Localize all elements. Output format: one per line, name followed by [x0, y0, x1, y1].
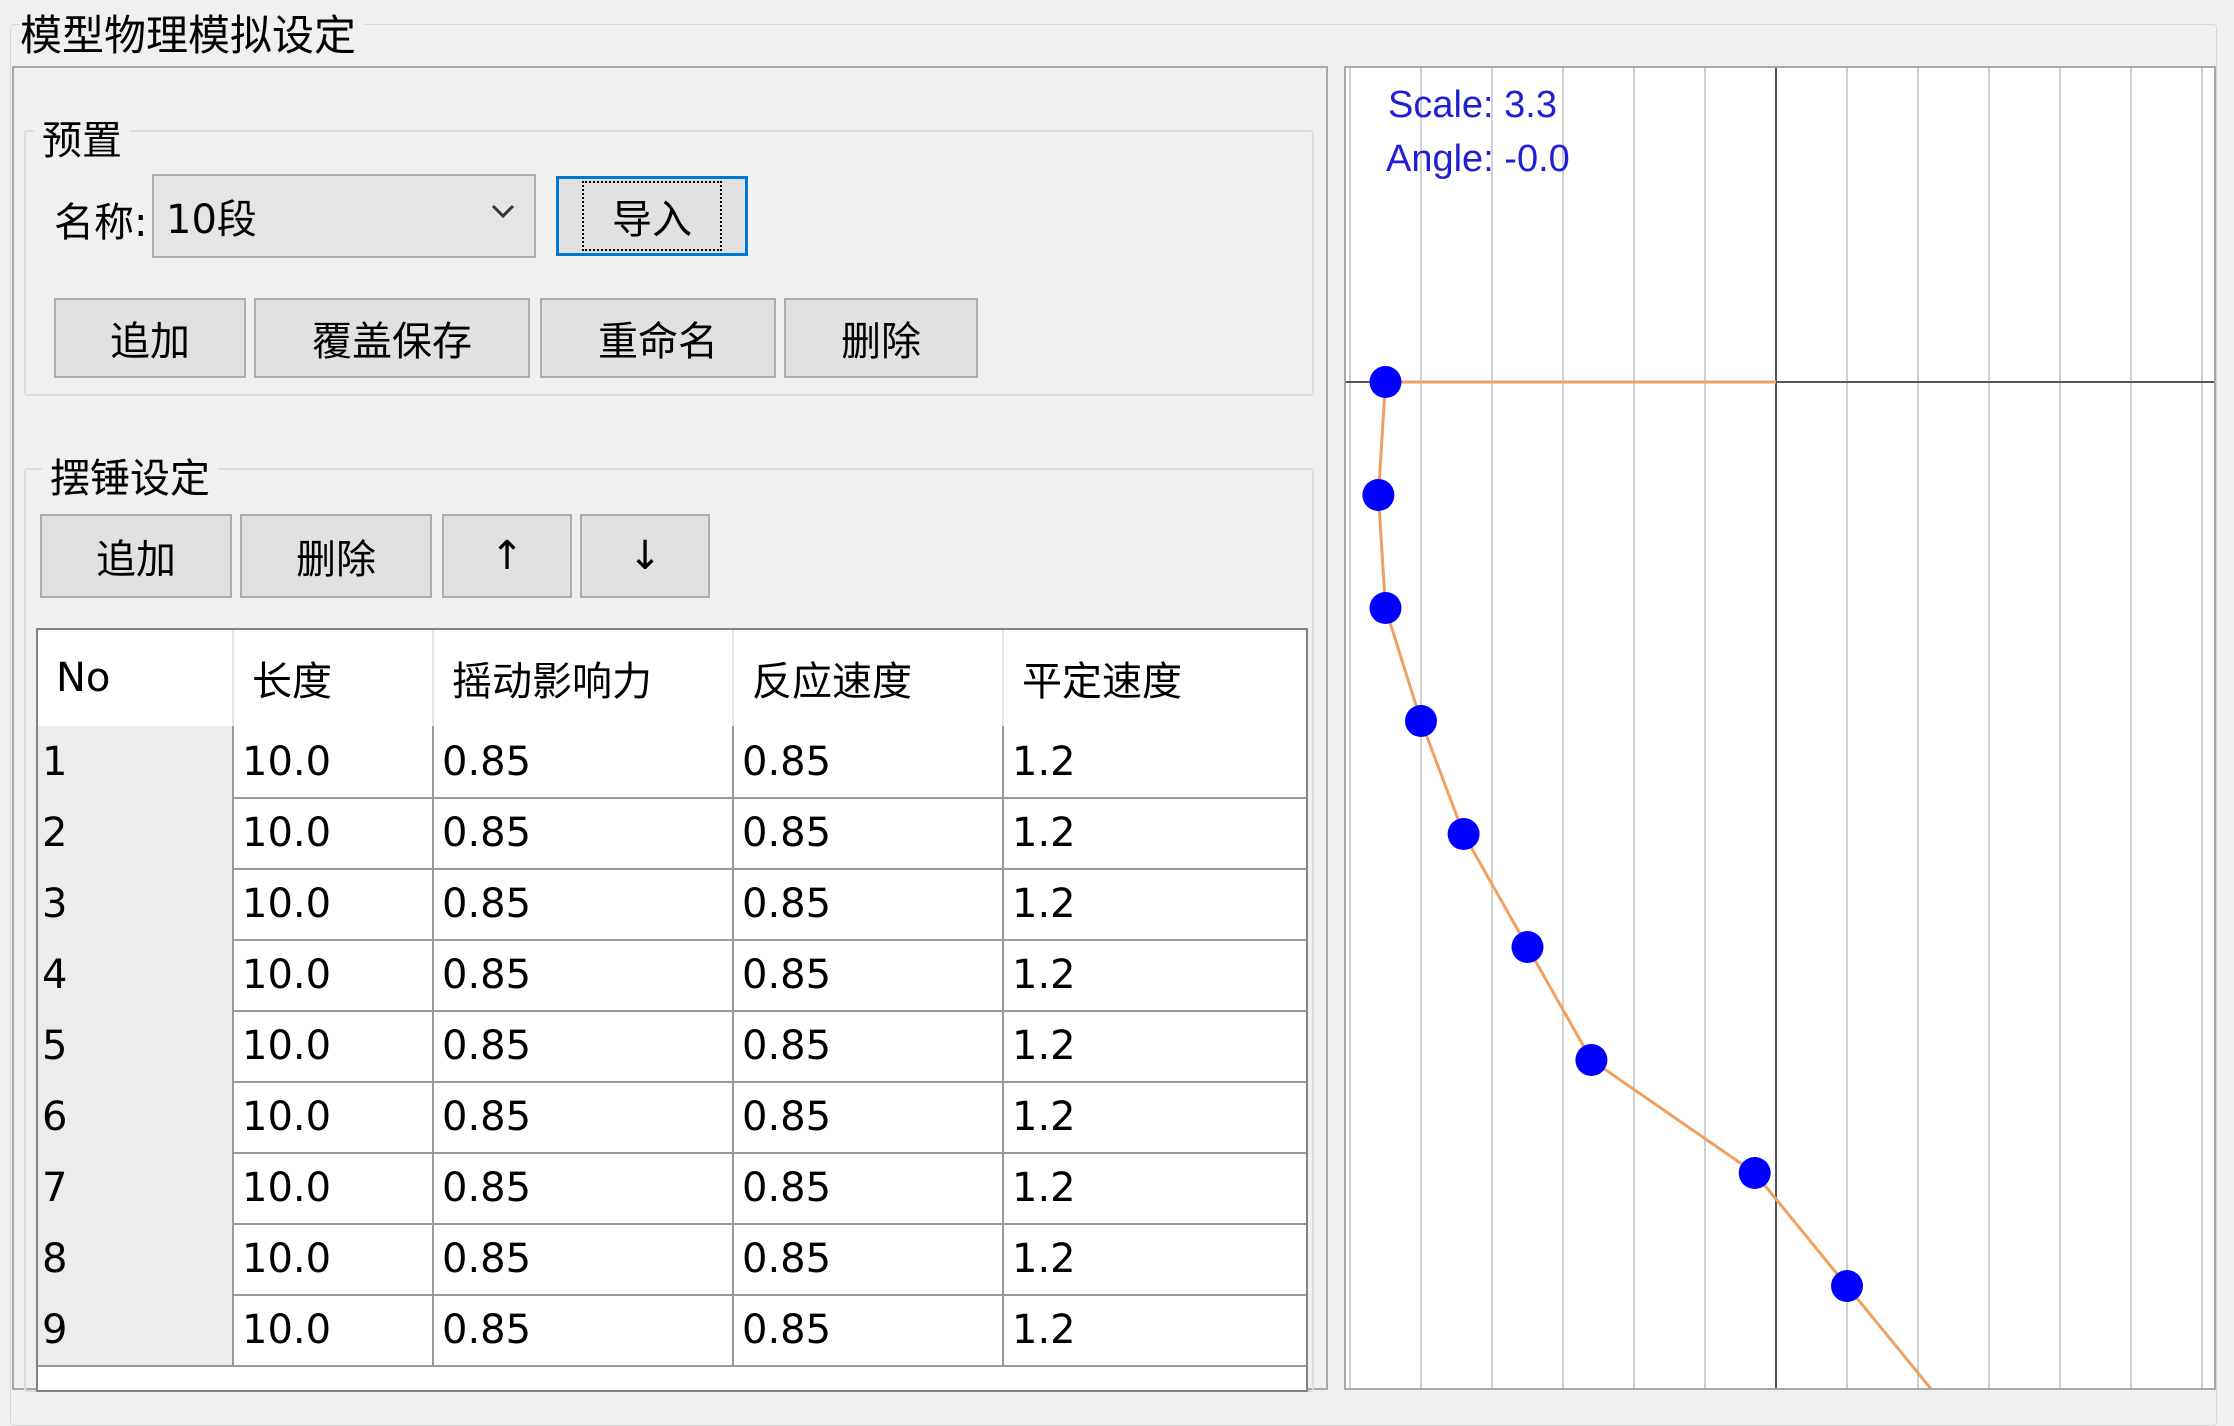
- cell-settle-speed[interactable]: 1.2: [1004, 797, 1306, 868]
- cell-length[interactable]: 10.0: [234, 1010, 434, 1081]
- joint-point: [1575, 1044, 1608, 1076]
- column-header-no[interactable]: No: [38, 630, 234, 726]
- pendulum-add-button[interactable]: 追加: [40, 514, 232, 598]
- table-row[interactable]: 3 10.0 0.85 0.85 1.2: [38, 868, 1306, 941]
- cell-settle-speed[interactable]: 1.2: [1004, 1010, 1306, 1081]
- joint-point: [1831, 1270, 1863, 1302]
- cell-length[interactable]: 10.0: [234, 797, 434, 868]
- cell-sway-influence[interactable]: 0.85: [434, 1294, 734, 1365]
- column-header-sway-influence[interactable]: 摇动影响力: [434, 630, 734, 726]
- cell-reaction-speed[interactable]: 0.85: [734, 1294, 1004, 1365]
- cell-no[interactable]: 7: [38, 1152, 234, 1223]
- cell-length[interactable]: 10.0: [234, 939, 434, 1010]
- cell-no[interactable]: 6: [38, 1081, 234, 1152]
- preset-name-select[interactable]: 10段: [152, 174, 536, 258]
- table-row[interactable]: 5 10.0 0.85 0.85 1.2: [38, 1010, 1306, 1083]
- cell-settle-speed[interactable]: 1.2: [1004, 939, 1306, 1010]
- pendulum-delete-button[interactable]: 删除: [240, 514, 432, 598]
- cell-sway-influence[interactable]: 0.85: [434, 868, 734, 939]
- cell-sway-influence[interactable]: 0.85: [434, 939, 734, 1010]
- table-row[interactable]: 2 10.0 0.85 0.85 1.2: [38, 797, 1306, 870]
- pendulum-table[interactable]: No 长度 摇动影响力 反应速度 平定速度 1 10.0 0.85 0.85 1.2 2 1…: [36, 628, 1308, 1392]
- angle-readout: Angle: -0.0: [1386, 138, 1570, 180]
- cell-reaction-speed[interactable]: 0.85: [734, 868, 1004, 939]
- joint-point: [1362, 479, 1395, 511]
- cell-no[interactable]: 2: [38, 797, 234, 868]
- preset-name-label: 名称:: [54, 200, 148, 246]
- table-row[interactable]: 9 10.0 0.85 0.85 1.2: [38, 1294, 1306, 1367]
- column-header-settle-speed[interactable]: 平定速度: [1004, 630, 1306, 726]
- move-down-button[interactable]: ↓: [580, 514, 710, 598]
- cell-reaction-speed[interactable]: 0.85: [734, 1223, 1004, 1294]
- table-row[interactable]: 8 10.0 0.85 0.85 1.2: [38, 1223, 1306, 1296]
- chevron-down-icon: [491, 204, 515, 219]
- import-button[interactable]: 导入: [556, 176, 748, 256]
- cell-no[interactable]: 9: [38, 1294, 234, 1365]
- cell-settle-speed[interactable]: 1.2: [1004, 1294, 1306, 1365]
- table-row[interactable]: 4 10.0 0.85 0.85 1.2: [38, 939, 1306, 1012]
- scale-readout: Scale: 3.3: [1388, 84, 1557, 126]
- joint-point: [1511, 931, 1544, 963]
- cell-settle-speed[interactable]: 1.2: [1004, 868, 1306, 939]
- move-up-button[interactable]: ↑: [442, 514, 572, 598]
- joint-point: [1369, 366, 1402, 398]
- cell-length[interactable]: 10.0: [234, 868, 434, 939]
- arrow-up-icon: ↑: [490, 533, 524, 579]
- cell-length[interactable]: 10.0: [234, 1081, 434, 1152]
- joint-point: [1369, 592, 1402, 624]
- joint-point: [1405, 705, 1437, 737]
- cell-settle-speed[interactable]: 1.2: [1004, 1223, 1306, 1294]
- joint-point: [1447, 818, 1480, 850]
- cell-sway-influence[interactable]: 0.85: [434, 797, 734, 868]
- preset-group-title: 预置: [34, 108, 130, 166]
- table-row[interactable]: 6 10.0 0.85 0.85 1.2: [38, 1081, 1306, 1154]
- preset-name-value: 10段: [166, 197, 257, 243]
- preset-delete-button[interactable]: 删除: [784, 298, 978, 378]
- cell-sway-influence[interactable]: 0.85: [434, 726, 734, 797]
- cell-length[interactable]: 10.0: [234, 726, 434, 797]
- cell-reaction-speed[interactable]: 0.85: [734, 939, 1004, 1010]
- joint-point: [1738, 1157, 1771, 1189]
- table-row[interactable]: 1 10.0 0.85 0.85 1.2: [38, 726, 1306, 799]
- pendulum-chain: [1376, 380, 1933, 1388]
- cell-no[interactable]: 1: [38, 726, 234, 797]
- cell-reaction-speed[interactable]: 0.85: [734, 1152, 1004, 1223]
- preview-canvas[interactable]: [1346, 68, 2214, 1388]
- cell-settle-speed[interactable]: 1.2: [1004, 1152, 1306, 1223]
- column-header-reaction-speed[interactable]: 反应速度: [734, 630, 1004, 726]
- pendulum-preview[interactable]: Scale: 3.3 Angle: -0.0: [1344, 66, 2216, 1390]
- cell-no[interactable]: 3: [38, 868, 234, 939]
- pendulum-group-title: 摆锤设定: [42, 446, 218, 504]
- rename-button[interactable]: 重命名: [540, 298, 776, 378]
- cell-length[interactable]: 10.0: [234, 1223, 434, 1294]
- cell-length[interactable]: 10.0: [234, 1294, 434, 1365]
- cell-sway-influence[interactable]: 0.85: [434, 1223, 734, 1294]
- table-row[interactable]: 7 10.0 0.85 0.85 1.2: [38, 1152, 1306, 1225]
- cell-reaction-speed[interactable]: 0.85: [734, 1010, 1004, 1081]
- preset-add-button[interactable]: 追加: [54, 298, 246, 378]
- cell-no[interactable]: 8: [38, 1223, 234, 1294]
- import-button-label: 导入: [582, 181, 722, 251]
- cell-no[interactable]: 5: [38, 1010, 234, 1081]
- cell-sway-influence[interactable]: 0.85: [434, 1152, 734, 1223]
- cell-no[interactable]: 4: [38, 939, 234, 1010]
- cell-settle-speed[interactable]: 1.2: [1004, 1081, 1306, 1152]
- cell-sway-influence[interactable]: 0.85: [434, 1081, 734, 1152]
- column-header-length[interactable]: 长度: [234, 630, 434, 726]
- arrow-down-icon: ↓: [628, 533, 662, 579]
- cell-reaction-speed[interactable]: 0.85: [734, 726, 1004, 797]
- overwrite-save-button[interactable]: 覆盖保存: [254, 298, 530, 378]
- cell-reaction-speed[interactable]: 0.85: [734, 797, 1004, 868]
- window-title: 模型物理模拟设定: [20, 2, 365, 63]
- cell-length[interactable]: 10.0: [234, 1152, 434, 1223]
- cell-reaction-speed[interactable]: 0.85: [734, 1081, 1004, 1152]
- cell-sway-influence[interactable]: 0.85: [434, 1010, 734, 1081]
- cell-settle-speed[interactable]: 1.2: [1004, 726, 1306, 797]
